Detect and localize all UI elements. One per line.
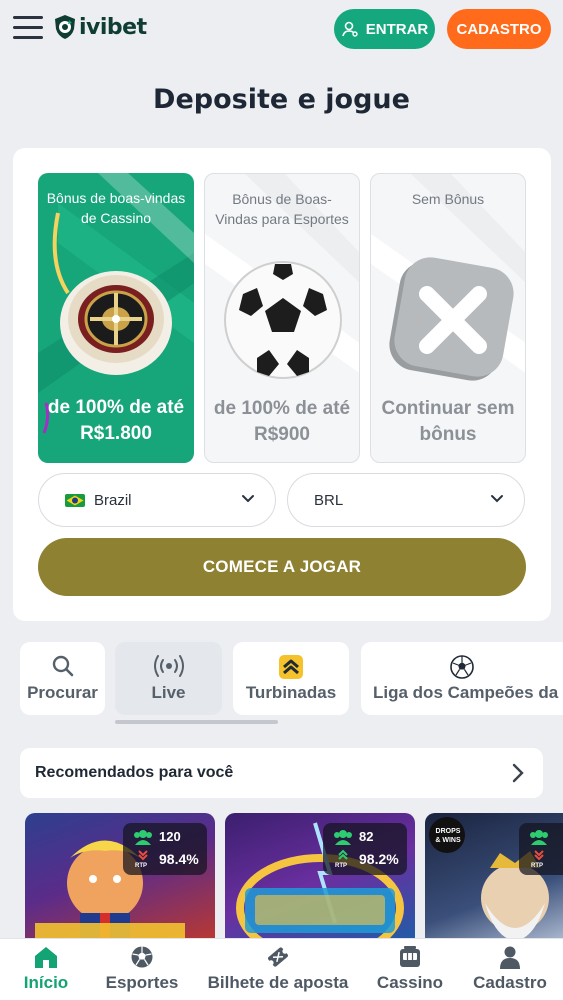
bonus-title: Sem Bônus [411, 191, 485, 207]
nav-bet-slip[interactable]: Bilhete de aposta [204, 939, 352, 1000]
game-players: 120 [159, 829, 181, 844]
currency-value: BRL [314, 491, 344, 509]
game-tile[interactable]: DROPS & WINS RTP [425, 813, 563, 948]
logo[interactable]: ivibet [53, 14, 147, 40]
trend-down-icon [534, 850, 544, 861]
chevron-down-icon [491, 495, 503, 503]
bonus-option-none[interactable]: Sem Bônus Continuar sem bônus [370, 173, 526, 463]
game-stats: 120 98.4% RTP [123, 823, 207, 875]
game-stats: 82 98.2% RTP [323, 823, 407, 875]
close-x-icon [389, 257, 514, 381]
nav-register[interactable]: Cadastro [468, 939, 552, 1000]
slot-machine-icon [400, 946, 420, 967]
bonus-option-casino[interactable]: Bônus de boas-vindas de Cassino de 100% … [38, 173, 194, 463]
players-icon [530, 830, 548, 845]
category-search[interactable]: Procurar [20, 642, 105, 715]
start-playing-button[interactable]: COMECE A JOGAR [38, 538, 526, 596]
search-icon [52, 655, 73, 677]
country-select[interactable]: Brazil [38, 473, 276, 527]
roulette-wheel-icon [60, 271, 172, 375]
user-key-icon [341, 21, 358, 37]
recommended-title: Recomendados para você [35, 764, 234, 781]
chevron-down-icon [242, 495, 254, 503]
category-champions-league[interactable]: Liga dos Campeões da [361, 642, 563, 715]
game-players: 82 [359, 829, 374, 844]
currency-select[interactable]: BRL [287, 473, 525, 527]
nav-label: Esportes [105, 973, 179, 992]
broadcast-icon [153, 655, 184, 677]
category-scrollbar[interactable] [115, 720, 278, 724]
rtp-label: RTP [531, 863, 543, 869]
players-icon [134, 830, 152, 845]
drops-and-wins-badge: DROPS & WINS [435, 828, 461, 844]
bonus-title: Bônus de Boas-Vindas para Esportes [215, 191, 349, 227]
chevron-right-icon [512, 763, 524, 783]
shield-logo-icon [55, 15, 75, 39]
nav-sports[interactable]: Esportes [100, 939, 184, 1000]
hamburger-menu-icon[interactable] [13, 16, 43, 40]
nav-home[interactable]: Início [14, 939, 78, 1000]
nav-label: Cadastro [473, 973, 547, 992]
header: ivibet ENTRAR CADASTRO [0, 0, 563, 60]
bonus-value: de 100% de até R$1.800 [47, 397, 185, 444]
category-label: Liga dos Campeões da [373, 683, 559, 702]
brazil-flag-icon [65, 493, 85, 507]
category-live[interactable]: Live [115, 642, 222, 715]
category-label: Procurar [27, 683, 98, 702]
recommended-header[interactable]: Recomendados para você [20, 748, 543, 798]
rtp-label: RTP [135, 863, 147, 869]
brand-name: ivibet [79, 14, 147, 40]
bonus-value: Continuar sem bônus [381, 398, 515, 445]
category-boosted[interactable]: Turbinadas [233, 642, 349, 715]
soccer-ball-icon [224, 261, 342, 379]
nav-casino[interactable]: Cassino [374, 939, 446, 1000]
trend-up-icon [338, 849, 348, 860]
register-button[interactable]: CADASTRO [447, 9, 551, 49]
category-label: Live [151, 683, 186, 702]
register-label: CADASTRO [456, 20, 542, 38]
deposit-card: Bônus de boas-vindas de Cassino de 100% … [13, 148, 551, 621]
bonus-title: Bônus de boas-vindas de Cassino [46, 190, 186, 226]
country-value: Brazil [94, 491, 132, 509]
players-icon [334, 830, 352, 845]
football-icon [450, 655, 474, 679]
bonus-value: de 100% de até R$900 [213, 398, 351, 445]
game-rtp: 98.4% [159, 851, 199, 867]
bottom-navigation: Início Esportes Bilhete de aposta Cassin… [0, 938, 563, 1000]
login-label: ENTRAR [365, 20, 429, 38]
user-icon [500, 946, 520, 969]
game-tile[interactable]: 82 98.2% RTP [225, 813, 415, 948]
bonus-option-sports[interactable]: Bônus de Boas-Vindas para Esportes de 10… [204, 173, 360, 463]
page-title: Deposite e jogue [153, 84, 410, 115]
game-tile[interactable]: 120 98.4% RTP [25, 813, 215, 948]
soccer-ball-icon [131, 946, 153, 968]
rtp-label: RTP [335, 863, 347, 869]
home-icon [35, 947, 57, 968]
trend-down-icon [138, 850, 148, 861]
boost-icon [279, 655, 303, 679]
login-button[interactable]: ENTRAR [334, 9, 435, 49]
game-rtp: 98.2% [359, 851, 399, 867]
nav-label: Cassino [376, 973, 444, 992]
game-stats: RTP [519, 823, 563, 875]
ticket-icon [268, 947, 288, 967]
category-label: Turbinadas [245, 683, 337, 702]
nav-label: Bilhete de aposta [207, 973, 349, 992]
nav-label: Início [23, 973, 69, 992]
